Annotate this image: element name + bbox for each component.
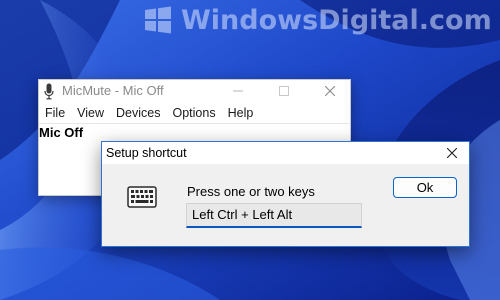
mic-status-text: Mic Off: [39, 125, 84, 140]
microphone-icon: [44, 83, 54, 100]
minimize-button[interactable]: [222, 80, 254, 102]
watermark-text: WindowsDigital.com: [181, 4, 492, 36]
setup-shortcut-dialog: Setup shortcut Press one or two keys Lef…: [101, 141, 470, 247]
dialog-titlebar[interactable]: Setup shortcut: [102, 142, 469, 164]
minimize-icon: [233, 90, 243, 92]
menu-divider: [39, 123, 350, 124]
watermark: WindowsDigital.com: [143, 2, 498, 38]
close-button[interactable]: [314, 80, 346, 102]
dialog-close-button[interactable]: [435, 142, 469, 164]
dialog-title: Setup shortcut: [106, 146, 187, 160]
prompt-text: Press one or two keys: [187, 184, 315, 199]
windows-logo-icon: [145, 6, 171, 34]
menu-devices[interactable]: Devices: [110, 106, 166, 120]
window-title: MicMute - Mic Off: [62, 83, 164, 98]
main-titlebar[interactable]: MicMute - Mic Off: [39, 80, 350, 102]
ok-button[interactable]: Ok: [393, 177, 457, 198]
keyboard-icon: [127, 186, 157, 208]
maximize-button[interactable]: [268, 80, 300, 102]
menu-help[interactable]: Help: [222, 106, 260, 120]
shortcut-input[interactable]: Left Ctrl + Left Alt: [186, 203, 362, 228]
maximize-icon: [279, 86, 289, 96]
close-icon: [447, 148, 457, 158]
menu-view[interactable]: View: [71, 106, 110, 120]
menu-bar: File View Devices Options Help: [39, 102, 350, 123]
menu-options[interactable]: Options: [167, 106, 222, 120]
menu-file[interactable]: File: [45, 106, 71, 120]
close-icon: [325, 86, 335, 96]
